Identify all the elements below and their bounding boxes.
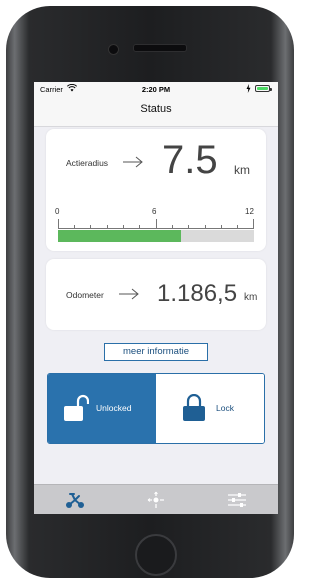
range-label: Actieradius <box>66 158 109 168</box>
tab-location[interactable] <box>115 485 196 514</box>
status-bar: Carrier 2:20 PM <box>34 82 278 96</box>
odometer-unit: km <box>244 292 258 303</box>
range-gauge-fill <box>58 230 181 242</box>
page-title: Status <box>140 103 172 115</box>
navigation-bar: Status <box>34 96 278 127</box>
range-card: Actieradius 7.5 km 0 6 12 <box>46 129 266 251</box>
unlocked-padlock-icon <box>64 394 89 421</box>
clock: 2:20 PM <box>141 85 171 94</box>
scooter-icon <box>65 493 84 508</box>
tab-bar <box>34 484 278 514</box>
tab-status[interactable] <box>34 485 115 514</box>
front-camera <box>108 44 119 55</box>
phone-frame: Carrier 2:20 PM Status Actieradius 7.5 k… <box>6 6 294 578</box>
arrow-right-icon <box>123 156 143 168</box>
sliders-icon <box>227 493 246 507</box>
app-screen: Carrier 2:20 PM Status Actieradius 7.5 k… <box>34 82 278 514</box>
earpiece-speaker <box>133 44 187 52</box>
range-value: 7.5 <box>162 138 218 182</box>
odometer-label: Odometer <box>66 290 104 300</box>
scale-tick-label: 12 <box>245 207 254 216</box>
range-unit: km <box>234 163 250 177</box>
home-button[interactable] <box>135 534 177 576</box>
lock-label: Lock <box>216 403 234 413</box>
odometer-card: Odometer 1.186,5 km <box>46 259 266 330</box>
unlocked-segment[interactable]: Unlocked <box>48 374 156 443</box>
battery-icon <box>255 85 272 92</box>
range-gauge <box>58 230 254 242</box>
odometer-value: 1.186,5 <box>157 280 238 307</box>
scale-tick-label: 0 <box>55 207 60 216</box>
lock-segmented-control: Unlocked Lock <box>47 373 265 444</box>
charging-icon <box>246 84 251 93</box>
locked-padlock-icon <box>183 394 205 421</box>
range-scale <box>58 219 254 229</box>
location-crosshair-icon <box>147 491 164 508</box>
scale-tick-label: 6 <box>152 207 157 216</box>
more-info-button[interactable]: meer informatie <box>104 343 208 361</box>
lock-segment[interactable]: Lock <box>156 374 264 443</box>
unlocked-label: Unlocked <box>96 403 132 413</box>
tab-settings[interactable] <box>196 485 277 514</box>
arrow-right-icon <box>119 288 139 300</box>
